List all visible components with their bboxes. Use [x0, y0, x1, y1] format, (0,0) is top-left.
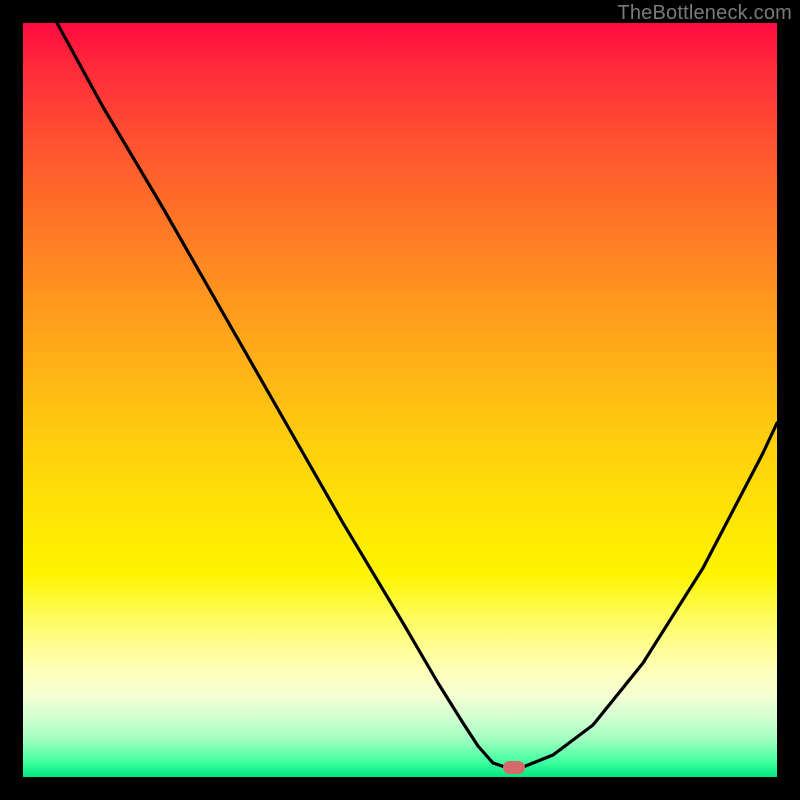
- chart-frame: TheBottleneck.com: [0, 0, 800, 800]
- plot-area: [23, 23, 777, 777]
- bottleneck-curve: [23, 23, 777, 777]
- optimum-marker: [503, 761, 525, 774]
- watermark-text: TheBottleneck.com: [617, 2, 792, 25]
